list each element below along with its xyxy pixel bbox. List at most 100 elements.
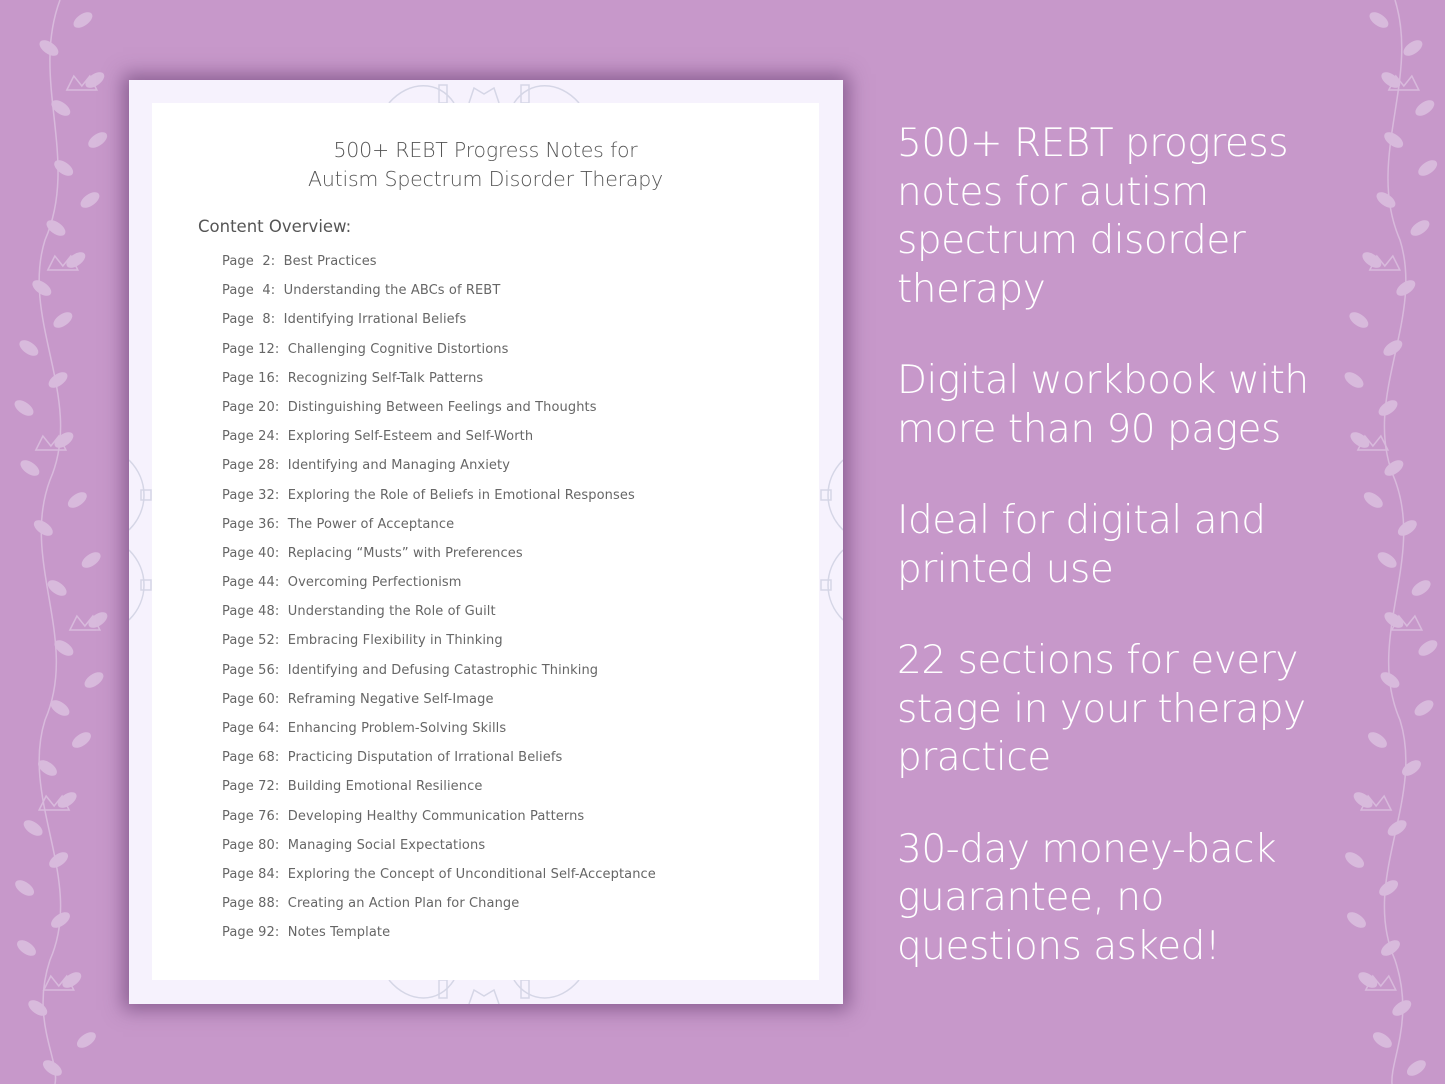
toc-page-number: Page 80: — [222, 837, 280, 853]
leaf-shape — [1363, 492, 1383, 508]
leaf-shape — [20, 460, 40, 476]
toc-item: Page 88: Creating an Action Plan for Cha… — [222, 896, 656, 925]
leaf-shape — [1403, 40, 1423, 56]
toc-section-title: Enhancing Problem-Solving Skills — [287, 721, 507, 736]
toc-section-title: Identifying and Managing Anxiety — [287, 458, 510, 474]
leaf-shape — [1384, 132, 1404, 148]
leaf-shape — [1406, 1060, 1426, 1076]
leaf-shape — [53, 312, 73, 328]
toc-item: Page 2: Best Practices — [222, 254, 656, 283]
leaf-shape — [1410, 220, 1430, 236]
leaf-shape — [1392, 1000, 1412, 1016]
leaf-shape — [39, 40, 59, 56]
leaf-shape — [33, 520, 53, 536]
toc-page-number: Page 24: — [222, 429, 280, 445]
leaf-shape — [1372, 1032, 1392, 1048]
table-of-contents: Page 2: Best Practices Page 4: Understand… — [222, 254, 656, 955]
toc-page-number: Page 76: — [222, 808, 280, 824]
toc-page-number: Page 72: — [222, 779, 280, 795]
feature-text: 22 sections for every stage in your ther… — [897, 638, 1306, 780]
toc-page-number: Page 56: — [222, 662, 280, 678]
toc-section-title: Replacing “Musts” with Preferences — [287, 545, 523, 561]
toc-page-number: Page 44: — [222, 575, 280, 591]
toc-page-number: Page 4: — [222, 283, 276, 299]
feature-text: 500+ REBT progress notes for autism spec… — [897, 121, 1289, 312]
leaf-shape — [80, 192, 100, 208]
leaf-shape — [48, 372, 68, 388]
feature-text: Ideal for digital and printed use — [897, 498, 1266, 592]
toc-page-number: Page 68: — [222, 750, 280, 766]
toc-section-title: Identifying Irrational Beliefs — [283, 312, 467, 328]
feature-list: 500+ REBT progress notes for autism spec… — [897, 120, 1347, 1014]
leaf-shape — [1383, 340, 1403, 356]
toc-section-title: Identifying and Defusing Catastrophic Th… — [287, 662, 599, 678]
toc-item: Page 44: Overcoming Perfectionism — [222, 575, 656, 604]
mandala-left-icon — [129, 459, 152, 621]
toc-item: Page 52: Embracing Flexibility in Thinki… — [222, 633, 656, 662]
toc-section-title: Overcoming Perfectionism — [287, 575, 462, 591]
leaf-shape — [1418, 160, 1438, 176]
toc-page-number: Page 16: — [222, 370, 280, 386]
toc-item: Page 56: Identifying and Defusing Catast… — [222, 663, 656, 692]
leaf-shape — [1384, 460, 1404, 476]
toc-page-number: Page 12: — [222, 341, 280, 357]
leaf-shape — [49, 852, 69, 868]
toc-section-title: Exploring Self-Esteem and Self-Worth — [287, 429, 534, 445]
toc-item: Page 68: Practicing Disputation of Irrat… — [222, 750, 656, 779]
leaf-shape — [1411, 580, 1431, 596]
leaf-shape — [47, 580, 67, 596]
toc-page-number: Page 48: — [222, 604, 280, 620]
toc-section-title: Building Emotional Resilience — [287, 779, 483, 795]
leaf-shape — [1377, 552, 1397, 568]
toc-page-number: Page 2: — [222, 254, 276, 269]
mandala-bottom-icon — [388, 980, 580, 1004]
toc-item: Page 28: Identifying and Managing Anxiet… — [222, 458, 656, 487]
leaf-shape — [23, 820, 43, 836]
floral-vine-left-icon — [14, 0, 108, 1084]
toc-section-title: The Power of Acceptance — [287, 516, 455, 532]
leaf-shape — [1415, 100, 1435, 116]
toc-item: Page 84: Exploring the Concept of Uncond… — [222, 867, 656, 896]
toc-item: Page 16: Recognizing Self-Talk Patterns — [222, 371, 656, 400]
toc-section-title: Exploring the Concept of Unconditional S… — [287, 866, 656, 882]
toc-item: Page 32: Exploring the Role of Beliefs i… — [222, 488, 656, 517]
leaf-shape — [81, 552, 101, 568]
toc-section-title: Exploring the Role of Beliefs in Emotion… — [287, 487, 635, 503]
toc-item: Page 20: Distinguishing Between Feelings… — [222, 400, 656, 429]
leaf-shape — [88, 132, 108, 148]
document-page: 500+ REBT Progress Notes for Autism Spec… — [129, 80, 843, 1004]
toc-page-number: Page 88: — [222, 896, 280, 912]
leaf-shape — [46, 220, 66, 236]
leaf-shape — [32, 280, 52, 296]
feature-text: 30-day money-back guarantee, no question… — [897, 826, 1277, 969]
toc-page-number: Page 92: — [222, 925, 280, 941]
toc-item: Page 48: Understanding the Role of Guilt — [222, 604, 656, 633]
leaf-shape — [1376, 192, 1396, 208]
leaf-shape — [1397, 520, 1417, 536]
toc-item: Page 40: Replacing “Musts” with Preferen… — [222, 546, 656, 575]
toc-item: Page 4: Understanding the ABCs of REBT — [222, 283, 656, 312]
floral-vine-right-icon — [1344, 0, 1438, 1084]
toc-page-number: Page 8: — [222, 312, 276, 328]
toc-item: Page 24: Exploring Self-Esteem and Self-… — [222, 429, 656, 458]
toc-item: Page 60: Reframing Negative Self-Image — [222, 692, 656, 721]
toc-section-title: Reframing Negative Self-Image — [287, 691, 494, 707]
toc-page-number: Page 60: — [222, 691, 280, 707]
toc-item: Page 92: Notes Template — [222, 925, 656, 954]
toc-page-number: Page 40: — [222, 545, 280, 561]
toc-item: Page 76: Developing Healthy Communicatio… — [222, 809, 656, 838]
toc-section-title: Understanding the ABCs of REBT — [283, 283, 501, 299]
mandala-right-icon — [820, 459, 843, 621]
leaf-shape — [1379, 880, 1399, 896]
toc-page-number: Page 28: — [222, 458, 280, 474]
toc-item: Page 64: Enhancing Problem-Solving Skill… — [222, 721, 656, 750]
toc-item: Page 8: Identifying Irrational Beliefs — [222, 312, 656, 341]
leaf-shape — [15, 880, 35, 896]
document-title: 500+ REBT Progress Notes for Autism Spec… — [152, 136, 819, 194]
toc-page-number: Page 20: — [222, 399, 280, 415]
document-title-line-1: 500+ REBT Progress Notes for — [333, 138, 638, 162]
leaf-shape — [19, 340, 39, 356]
toc-section-title: Recognizing Self-Talk Patterns — [287, 370, 484, 386]
leaf-shape — [17, 940, 36, 956]
mandala-top-icon — [388, 84, 580, 103]
